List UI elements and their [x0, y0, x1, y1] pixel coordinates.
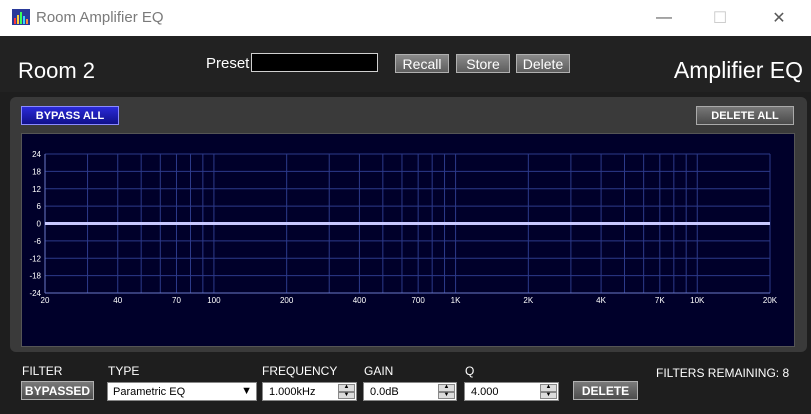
minimize-button[interactable]: — [641, 0, 687, 36]
maximize-icon: ☐ [712, 10, 728, 27]
spin-down-icon[interactable]: ▼ [540, 391, 557, 399]
app-icon [12, 9, 30, 25]
room-name: Room 2 [18, 58, 96, 83]
type-value: Parametric EQ [113, 385, 186, 398]
q-value: 4.000 [471, 385, 499, 398]
filter-bypass-button[interactable]: BYPASSED [21, 381, 94, 400]
y-tick-label: -6 [34, 237, 42, 246]
preset-label: Preset [206, 55, 250, 72]
store-button[interactable]: Store [456, 54, 510, 73]
y-tick-label: 12 [32, 185, 41, 194]
x-tick-label: 1K [451, 296, 461, 305]
app-label: Amplifier EQ [673, 57, 803, 83]
gain-value: 0.0dB [370, 385, 399, 398]
eq-chart: 24181260-6-12-18-2420 40 70 100 200 400 700 1K 2… [29, 150, 778, 305]
x-tick-label: 700 [411, 296, 425, 305]
close-icon: ✕ [772, 10, 786, 27]
x-tick-label: 20 [41, 296, 50, 305]
bypass-all-button[interactable]: BYPASS ALL [21, 106, 119, 125]
y-tick-label: 6 [37, 202, 42, 211]
x-tick-label: 200 [280, 296, 294, 305]
recall-button[interactable]: Recall [395, 54, 449, 73]
x-tick-label: 7K [655, 296, 665, 305]
y-tick-label: 18 [32, 167, 41, 176]
x-tick-label: 10K [690, 296, 705, 305]
x-tick-label: 70 [172, 296, 181, 305]
preset-input[interactable] [251, 53, 378, 72]
q-field[interactable]: 4.000 ▲ ▼ [464, 382, 559, 401]
close-button[interactable]: ✕ [756, 0, 802, 36]
q-spinner[interactable]: ▲ ▼ [540, 384, 557, 399]
x-tick-label: 2K [523, 296, 533, 305]
x-tick-label: 100 [207, 296, 221, 305]
x-tick-label: 20K [763, 296, 778, 305]
delete-all-button[interactable]: DELETE ALL [696, 106, 794, 125]
x-tick-label: 400 [353, 296, 367, 305]
gain-spinner[interactable]: ▲ ▼ [438, 384, 455, 399]
x-tick-label: 4K [596, 296, 606, 305]
spin-up-icon[interactable]: ▲ [540, 384, 557, 392]
filters-remaining: FILTERS REMAINING: 8 [656, 366, 790, 380]
window-title: Room Amplifier EQ [36, 9, 164, 26]
frequency-spinner[interactable]: ▲ ▼ [338, 384, 355, 399]
q-label: Q [465, 364, 475, 378]
spin-down-icon[interactable]: ▼ [438, 391, 455, 399]
frequency-value: 1.000kHz [269, 385, 316, 398]
spin-down-icon[interactable]: ▼ [338, 391, 355, 399]
y-tick-label: 24 [32, 150, 41, 159]
title-bar: Room Amplifier EQ — ☐ ✕ [0, 0, 811, 36]
x-tick-label: 40 [113, 296, 122, 305]
y-tick-label: 0 [37, 220, 42, 229]
frequency-label: FREQUENCY [262, 364, 338, 378]
type-label: TYPE [108, 364, 140, 378]
delete-preset-button[interactable]: Delete [516, 54, 570, 73]
delete-filter-button[interactable]: DELETE [573, 381, 638, 400]
filter-label: FILTER [22, 364, 63, 378]
spin-up-icon[interactable]: ▲ [438, 384, 455, 392]
maximize-button[interactable]: ☐ [697, 0, 743, 36]
type-select[interactable]: Parametric EQ ▼ [107, 382, 257, 401]
minimize-icon: — [656, 9, 672, 26]
gain-field[interactable]: 0.0dB ▲ ▼ [363, 382, 457, 401]
y-tick-label: -12 [29, 254, 41, 263]
y-tick-label: -18 [29, 272, 41, 281]
eq-graph[interactable]: 24 18 12 6 0 -6 -12 -18 -24 20 40 70 100 200 400 700 1K 2… [21, 133, 795, 347]
spin-up-icon[interactable]: ▲ [338, 384, 355, 392]
chevron-down-icon: ▼ [241, 385, 252, 397]
frequency-field[interactable]: 1.000kHz ▲ ▼ [262, 382, 357, 401]
gain-label: GAIN [364, 364, 394, 378]
